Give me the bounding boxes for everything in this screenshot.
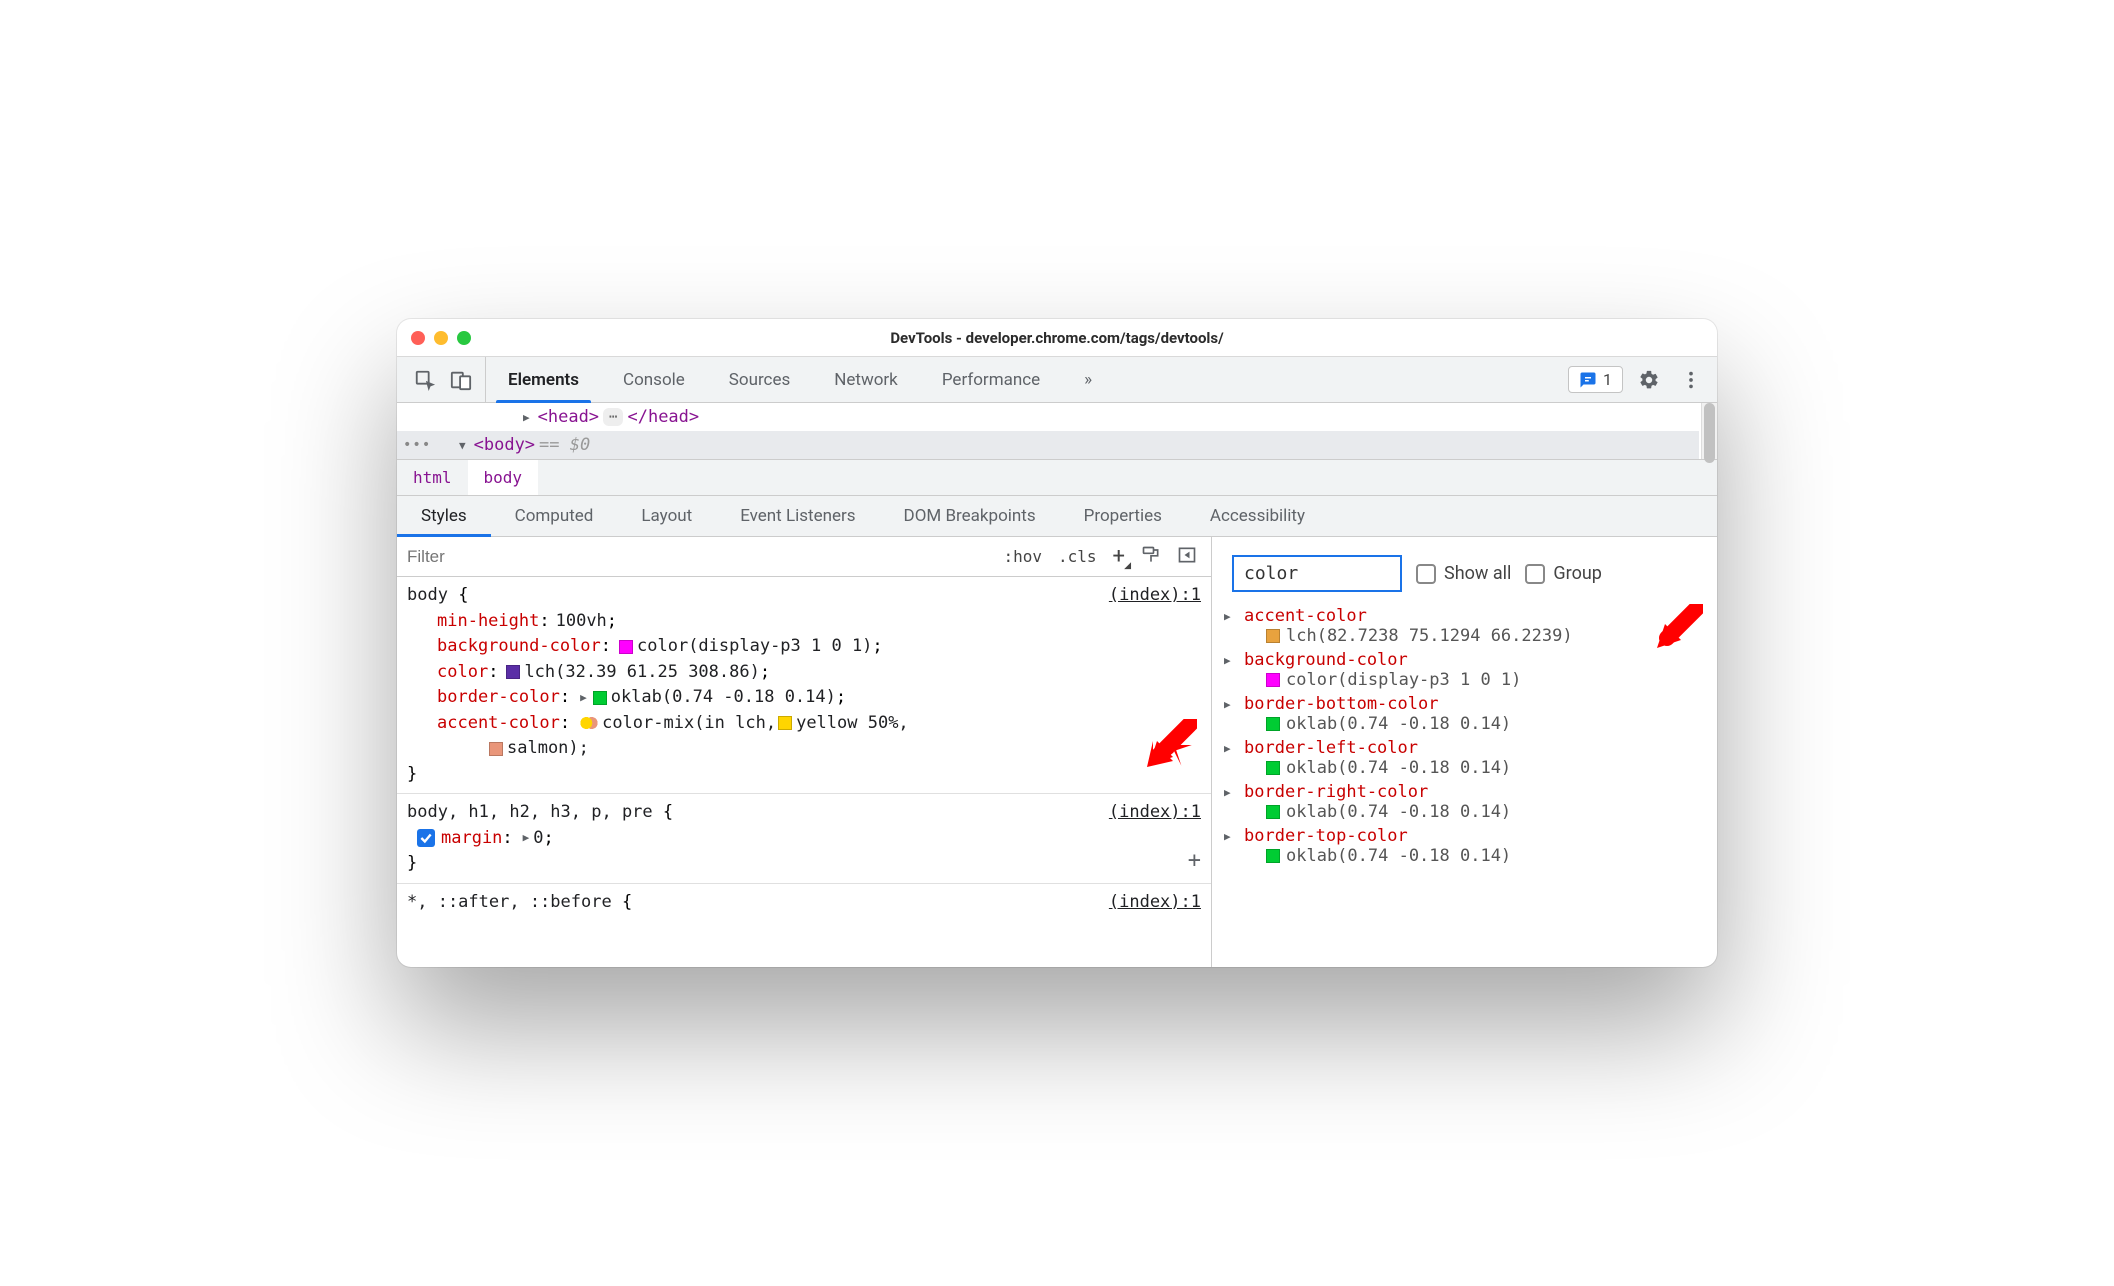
rule-selector[interactable]: body: [407, 585, 448, 605]
color-swatch-icon[interactable]: [1266, 805, 1280, 819]
computed-border-bottom-color[interactable]: border-bottom-color oklab(0.74 -0.18 0.1…: [1224, 692, 1705, 736]
issues-count: 1: [1603, 370, 1612, 389]
devtools-window: DevTools - developer.chrome.com/tags/dev…: [397, 319, 1717, 967]
ellipsis-icon[interactable]: ⋯: [603, 408, 623, 426]
paint-icon[interactable]: [1141, 545, 1161, 569]
decl-margin[interactable]: margin: ▶ 0;: [407, 826, 1201, 852]
dom-head-close: </head>: [627, 407, 699, 427]
issues-button[interactable]: 1: [1568, 366, 1623, 393]
rule-body: body { (index):1 min-height: 100vh; back…: [397, 577, 1211, 794]
styles-pane: :hov .cls +◢ body { (index):1: [397, 537, 1212, 967]
computed-list[interactable]: accent-color lch(82.7238 75.1294 66.2239…: [1212, 604, 1717, 967]
color-swatch-icon[interactable]: [1266, 849, 1280, 863]
decl-color[interactable]: color: lch(32.39 61.25 308.86);: [407, 660, 1201, 686]
new-rule-button[interactable]: +◢: [1113, 544, 1125, 569]
computed-border-top-color[interactable]: border-top-color oklab(0.74 -0.18 0.14): [1224, 824, 1705, 868]
kebab-menu-icon[interactable]: [1675, 364, 1707, 396]
checkbox-unchecked-icon: [1525, 564, 1545, 584]
color-swatch-icon[interactable]: [1266, 673, 1280, 687]
rule-universal: *, ::after, ::before { (index):1: [397, 884, 1211, 922]
toolbar-left: [397, 357, 486, 402]
color-swatch-icon[interactable]: [489, 742, 503, 756]
computed-accent-color[interactable]: accent-color lch(82.7238 75.1294 66.2239…: [1224, 604, 1705, 648]
tab-network[interactable]: Network: [812, 357, 920, 402]
checkbox-unchecked-icon: [1416, 564, 1436, 584]
computed-border-left-color[interactable]: border-left-color oklab(0.74 -0.18 0.14): [1224, 736, 1705, 780]
expand-icon[interactable]: ▶: [580, 690, 587, 707]
inspect-element-icon[interactable]: [409, 364, 441, 396]
computed-filter-input[interactable]: [1232, 555, 1402, 592]
decl-border-color[interactable]: border-color: ▶ oklab(0.74 -0.18 0.14);: [407, 685, 1201, 711]
color-swatch-icon[interactable]: [1266, 761, 1280, 775]
settings-icon[interactable]: [1633, 364, 1665, 396]
main-tabs: Elements Console Sources Network Perform…: [486, 357, 1558, 402]
styles-actions: :hov .cls +◢: [989, 537, 1211, 576]
panel-split: :hov .cls +◢ body { (index):1: [397, 537, 1717, 967]
color-swatch-icon[interactable]: [593, 691, 607, 705]
decl-min-height[interactable]: min-height: 100vh;: [407, 609, 1201, 635]
color-swatch-icon[interactable]: [506, 665, 520, 679]
panel-tab-layout[interactable]: Layout: [617, 496, 716, 536]
rule-source-link[interactable]: (index):1: [1109, 800, 1201, 826]
panel-tab-dom-breakpoints[interactable]: DOM Breakpoints: [880, 496, 1060, 536]
color-swatch-icon[interactable]: [778, 716, 792, 730]
panel-tab-styles[interactable]: Styles: [397, 496, 491, 536]
color-swatch-icon[interactable]: [1266, 629, 1280, 643]
window-title: DevTools - developer.chrome.com/tags/dev…: [397, 329, 1717, 347]
decl-accent-color-line2[interactable]: salmon);: [407, 736, 1201, 762]
panel-tab-computed[interactable]: Computed: [491, 496, 618, 536]
computed-header: Show all Group: [1212, 555, 1717, 604]
panel-tab-properties[interactable]: Properties: [1060, 496, 1186, 536]
rule-selector[interactable]: *, ::after, ::before: [407, 892, 612, 912]
dom-scrollbar[interactable]: [1701, 403, 1717, 459]
annotation-arrow-icon: [1145, 719, 1195, 778]
dom-tree[interactable]: ▶ <head> ⋯ </head> ▼ <body> == $0: [397, 403, 1717, 459]
device-toggle-icon[interactable]: [445, 364, 477, 396]
color-swatch-icon[interactable]: [1266, 717, 1280, 731]
tab-console[interactable]: Console: [601, 357, 707, 402]
decl-background-color[interactable]: background-color: color(display-p3 1 0 1…: [407, 634, 1201, 660]
dom-body-open: <body>: [474, 435, 535, 455]
styles-rules[interactable]: body { (index):1 min-height: 100vh; back…: [397, 577, 1211, 967]
group-checkbox[interactable]: Group: [1525, 563, 1601, 584]
styles-filter-input[interactable]: [397, 537, 989, 576]
tab-more[interactable]: »: [1062, 357, 1114, 402]
selected-element-hint: == $0: [539, 435, 590, 455]
tab-performance[interactable]: Performance: [920, 357, 1062, 402]
panel-tab-event-listeners[interactable]: Event Listeners: [716, 496, 879, 536]
rule-source-link[interactable]: (index):1: [1109, 890, 1201, 916]
breadcrumb: html body: [397, 459, 1717, 496]
breadcrumb-body[interactable]: body: [468, 460, 539, 495]
cls-toggle[interactable]: .cls: [1058, 547, 1097, 566]
computed-border-right-color[interactable]: border-right-color oklab(0.74 -0.18 0.14…: [1224, 780, 1705, 824]
titlebar: DevTools - developer.chrome.com/tags/dev…: [397, 319, 1717, 357]
panel-tab-accessibility[interactable]: Accessibility: [1186, 496, 1329, 536]
panel-tabs: Styles Computed Layout Event Listeners D…: [397, 496, 1717, 537]
rule-source-link[interactable]: (index):1: [1109, 583, 1201, 609]
toolbar-right: 1: [1558, 357, 1717, 402]
tab-elements[interactable]: Elements: [486, 357, 601, 402]
decl-accent-color[interactable]: accent-color: color-mix(in lch, yellow 5…: [407, 711, 1201, 737]
checkbox-checked-icon[interactable]: [417, 829, 435, 847]
expand-icon[interactable]: ▶: [523, 830, 530, 847]
show-all-checkbox[interactable]: Show all: [1416, 563, 1511, 584]
dom-head-row[interactable]: ▶ <head> ⋯ </head>: [397, 403, 1699, 431]
styles-toolbar: :hov .cls +◢: [397, 537, 1211, 577]
color-mix-swatch-icon[interactable]: [580, 714, 598, 732]
tab-sources[interactable]: Sources: [707, 357, 812, 402]
main-toolbar: Elements Console Sources Network Perform…: [397, 357, 1717, 403]
add-declaration-button[interactable]: +: [1188, 844, 1201, 877]
color-swatch-icon[interactable]: [619, 640, 633, 654]
computed-pane: Show all Group accent-color lch(82.7238 …: [1212, 537, 1717, 967]
hov-toggle[interactable]: :hov: [1003, 547, 1042, 566]
rule-body-group: body, h1, h2, h3, p, pre { (index):1 mar…: [397, 794, 1211, 884]
computed-background-color[interactable]: background-color color(display-p3 1 0 1): [1224, 648, 1705, 692]
computed-panel-icon[interactable]: [1177, 545, 1197, 569]
breadcrumb-html[interactable]: html: [397, 460, 468, 495]
dom-body-row[interactable]: ▼ <body> == $0: [397, 431, 1699, 459]
dom-head-open: <head>: [538, 407, 599, 427]
rule-selector[interactable]: body: [407, 802, 448, 822]
